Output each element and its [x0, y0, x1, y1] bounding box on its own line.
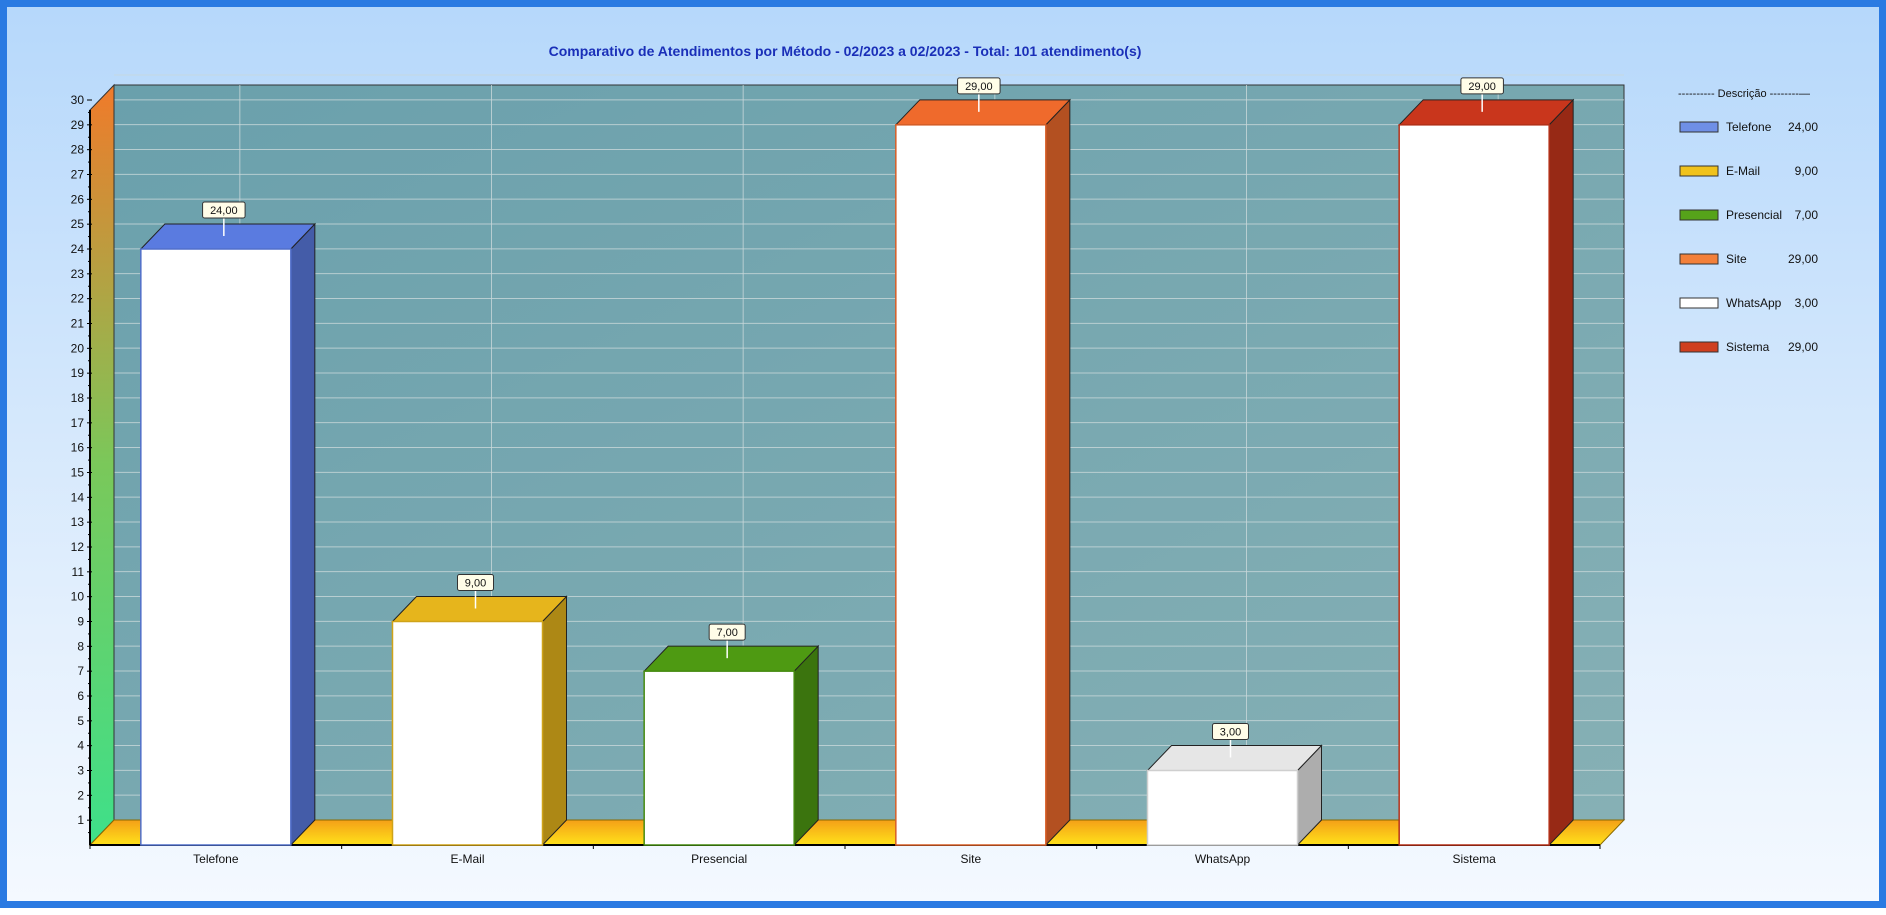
y-tick-label: 21	[71, 317, 85, 331]
data-label: 7,00	[716, 627, 737, 639]
data-label: 29,00	[1468, 81, 1496, 93]
floor	[88, 819, 1626, 846]
bar-side	[542, 595, 567, 847]
y-tick-label: 30	[71, 93, 85, 107]
data-label: 3,00	[1220, 727, 1241, 739]
y-tick-label: 22	[71, 292, 85, 306]
bar-side	[290, 222, 316, 847]
bar-email	[391, 595, 568, 847]
legend-label: Site	[1726, 252, 1747, 266]
y-tick-label: 4	[77, 739, 84, 753]
legend-swatch	[1679, 165, 1719, 177]
legend-header: ---------- Descrição --------—	[1678, 88, 1810, 100]
bar-front	[140, 248, 292, 846]
y-tick-label: 6	[77, 689, 84, 703]
legend-value: 3,00	[1795, 296, 1819, 310]
y-tick-label: 18	[71, 391, 85, 405]
bar-front	[1398, 124, 1550, 846]
bar-top	[139, 223, 317, 250]
bar-top	[1146, 745, 1323, 771]
legend-label: WhatsApp	[1726, 296, 1782, 310]
legend-swatch	[1679, 341, 1719, 353]
x-tick-label: Telefone	[193, 852, 239, 866]
x-tick-label: Presencial	[691, 852, 747, 866]
y-tick-label: 19	[71, 366, 85, 380]
y-tick-label: 9	[77, 615, 84, 629]
y-tick-label: 17	[71, 416, 85, 430]
bar-front	[643, 670, 795, 846]
y-tick-label: 7	[77, 664, 84, 678]
legend-value: 29,00	[1788, 252, 1818, 266]
legend-label: E-Mail	[1726, 164, 1760, 178]
bar-front	[895, 124, 1047, 846]
y-tick-label: 11	[72, 565, 85, 579]
bar-front	[391, 620, 544, 846]
y-tick-label: 2	[77, 788, 84, 802]
bar-front	[1146, 769, 1299, 846]
legend-value: 9,00	[1795, 164, 1819, 178]
legend-swatch	[1679, 297, 1719, 309]
y-tick-label: 29	[71, 118, 85, 132]
y-tick-label: 26	[71, 192, 85, 206]
y-tick-label: 20	[71, 341, 85, 355]
y-tick-label: 24	[71, 242, 85, 256]
legend-value: 29,00	[1788, 340, 1818, 354]
bar-site	[894, 98, 1072, 847]
legend-swatch	[1679, 209, 1719, 221]
legend-label: Presencial	[1726, 208, 1782, 222]
data-label: 9,00	[465, 578, 486, 590]
y-tick-label: 25	[71, 217, 85, 231]
left-wall	[89, 83, 115, 847]
bar-telefone	[139, 222, 317, 847]
y-tick-label: 15	[71, 466, 85, 480]
bar-side	[1045, 98, 1071, 847]
y-tick-label: 12	[71, 540, 85, 554]
x-tick-label: Sistema	[1452, 852, 1496, 866]
legend-value: 24,00	[1788, 120, 1818, 134]
bar-top	[642, 645, 820, 672]
x-tick-label: WhatsApp	[1195, 852, 1251, 866]
data-label: 24,00	[210, 205, 238, 217]
legend-label: Telefone	[1726, 120, 1772, 134]
y-tick-label: 28	[71, 143, 85, 157]
y-tick-label: 14	[71, 490, 85, 504]
y-tick-label: 1	[77, 813, 84, 827]
legend-swatch	[1679, 253, 1719, 265]
legend-label: Sistema	[1726, 340, 1770, 354]
y-tick-label: 10	[71, 590, 85, 604]
y-tick-label: 27	[71, 168, 85, 182]
bar-side	[1548, 98, 1574, 847]
legend-value: 7,00	[1795, 208, 1819, 222]
bar-top	[894, 99, 1072, 126]
y-tick-label: 5	[77, 714, 84, 728]
bar-presencial	[642, 644, 820, 847]
x-tick-label: E-Mail	[450, 852, 484, 866]
y-tick-label: 8	[77, 639, 84, 653]
bar-whatsapp	[1146, 744, 1323, 847]
legend-swatch	[1679, 121, 1719, 133]
bar-top	[391, 596, 568, 622]
y-tick-label: 13	[71, 515, 85, 529]
bar-top	[1397, 99, 1575, 126]
bar-side	[793, 644, 819, 847]
data-label: 29,00	[965, 81, 993, 93]
plot-background	[113, 84, 1625, 821]
bar-sistema	[1397, 98, 1575, 847]
chart-title: Comparativo de Atendimentos por Método -…	[549, 43, 1142, 59]
bar-chart: 1234567891011121314151617181920212223242…	[71, 43, 1819, 866]
y-tick-label: 16	[71, 441, 85, 455]
y-tick-label: 23	[71, 267, 85, 281]
y-tick-label: 3	[77, 764, 84, 778]
x-tick-label: Site	[960, 852, 981, 866]
